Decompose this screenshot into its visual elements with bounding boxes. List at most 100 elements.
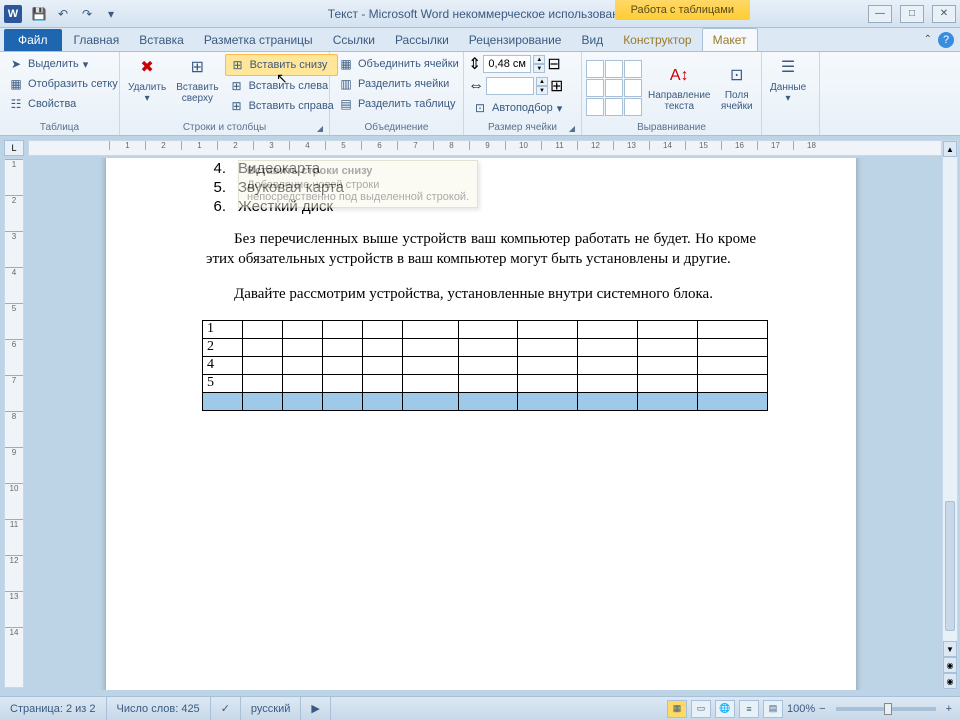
view-outline-icon[interactable]: ≡ [739, 700, 759, 718]
select-button[interactable]: ➤Выделить ▾ [4, 54, 122, 74]
properties-button[interactable]: ☷Свойства [4, 94, 122, 114]
row-height-icon: ⇕ [468, 54, 481, 74]
scroll-down-icon[interactable]: ▼ [943, 641, 957, 657]
align-tl[interactable] [586, 60, 604, 78]
document-area[interactable]: 4.Видеокарта5.Звуковая карта6.Жесткий ди… [26, 158, 942, 690]
table-row[interactable]: 2 [203, 338, 768, 356]
vertical-scrollbar[interactable]: ▲ ▼ ◉ ◉ [942, 140, 958, 690]
tab-layout[interactable]: Макет [702, 28, 758, 51]
view-print-layout-icon[interactable]: ▦ [667, 700, 687, 718]
table-row[interactable] [203, 392, 768, 410]
tab-home[interactable]: Главная [64, 29, 130, 51]
insert-left-button[interactable]: ⊞Вставить слева [225, 76, 338, 96]
document-table[interactable]: 1245 [202, 320, 768, 411]
autofit-button[interactable]: ⊡Автоподбор ▾ [468, 98, 566, 118]
align-mc[interactable] [605, 79, 623, 97]
qat-dropdown-icon[interactable]: ▾ [100, 3, 122, 25]
delete-button[interactable]: ✖Удалить▾ [124, 54, 170, 106]
split-cells-button[interactable]: ▥Разделить ячейки [334, 74, 463, 94]
help-icon[interactable]: ? [938, 32, 954, 48]
row-height-input[interactable] [483, 55, 531, 73]
cell-size-launcher-icon[interactable]: ◢ [569, 124, 575, 133]
split-table-button[interactable]: ▤Разделить таблицу [334, 94, 463, 114]
status-words[interactable]: Число слов: 425 [107, 697, 211, 720]
tab-view[interactable]: Вид [571, 29, 613, 51]
close-button[interactable]: ✕ [932, 5, 956, 23]
distribute-cols-icon[interactable]: ⊞ [550, 76, 563, 96]
insert-above-button[interactable]: ⊞Вставить сверху [172, 54, 222, 106]
properties-icon: ☷ [8, 96, 24, 112]
zoom-in-icon[interactable]: + [946, 703, 952, 715]
distribute-rows-icon[interactable]: ⊟ [547, 54, 560, 74]
align-tc[interactable] [605, 60, 623, 78]
zoom-level[interactable]: 100% [787, 703, 815, 715]
tab-file[interactable]: Файл [4, 29, 62, 51]
align-bl[interactable] [586, 98, 604, 116]
align-br[interactable] [624, 98, 642, 116]
insert-right-button[interactable]: ⊞Вставить справа [225, 96, 338, 116]
view-full-screen-icon[interactable]: ▭ [691, 700, 711, 718]
tab-page-layout[interactable]: Разметка страницы [194, 29, 323, 51]
scroll-up-icon[interactable]: ▲ [943, 141, 957, 157]
col-width-input[interactable] [486, 77, 534, 95]
redo-icon[interactable]: ↷ [76, 3, 98, 25]
group-alignment: A↕Направление текста ⊡Поля ячейки Выравн… [582, 52, 762, 135]
align-mr[interactable] [624, 79, 642, 97]
tooltip-line2: непосредственно под выделенной строкой. [247, 191, 469, 203]
save-icon[interactable]: 💾 [28, 3, 50, 25]
maximize-button[interactable]: □ [900, 5, 924, 23]
insert-below-button[interactable]: ⊞Вставить снизу [225, 54, 338, 76]
height-down-icon[interactable]: ▼ [533, 64, 545, 73]
align-tr[interactable] [624, 60, 642, 78]
group-rows-columns: ✖Удалить▾ ⊞Вставить сверху ⊞Вставить сни… [120, 52, 330, 135]
ruler-corner[interactable]: L [4, 140, 24, 156]
text-direction-button[interactable]: A↕Направление текста [644, 62, 714, 114]
next-page-icon[interactable]: ◉ [943, 673, 957, 689]
window-title: Текст - Microsoft Word некоммерческое ис… [328, 7, 632, 21]
data-button[interactable]: ☰Данные▾ [766, 54, 810, 106]
insert-right-icon: ⊞ [229, 98, 245, 114]
table-row[interactable]: 1 [203, 320, 768, 338]
tab-references[interactable]: Ссылки [323, 29, 385, 51]
paragraph-1[interactable]: Без перечисленных выше устройств ваш ком… [206, 229, 756, 270]
vertical-ruler[interactable]: 1234567891011121314 [4, 158, 24, 688]
tab-design[interactable]: Конструктор [613, 29, 701, 51]
table-row[interactable]: 4 [203, 356, 768, 374]
tab-mailings[interactable]: Рассылки [385, 29, 459, 51]
split-table-icon: ▤ [338, 96, 354, 112]
status-macro-icon[interactable]: ▶ [301, 697, 330, 720]
gridlines-button[interactable]: ▦Отобразить сетку [4, 74, 122, 94]
width-down-icon[interactable]: ▼ [536, 86, 548, 95]
tab-insert[interactable]: Вставка [129, 29, 194, 51]
rows-cols-launcher-icon[interactable]: ◢ [317, 124, 323, 133]
autofit-icon: ⊡ [472, 100, 488, 116]
tab-review[interactable]: Рецензирование [459, 29, 572, 51]
cell-margins-button[interactable]: ⊡Поля ячейки [716, 62, 757, 114]
horizontal-ruler[interactable]: 12123456789101112131415161718 [28, 140, 942, 156]
prev-page-icon[interactable]: ◉ [943, 657, 957, 673]
scroll-thumb[interactable] [945, 501, 955, 631]
zoom-slider[interactable] [836, 707, 936, 711]
view-draft-icon[interactable]: ▤ [763, 700, 783, 718]
col-width-icon: ⇔ [468, 77, 484, 95]
zoom-thumb[interactable] [884, 703, 892, 715]
zoom-out-icon[interactable]: − [819, 703, 825, 715]
width-up-icon[interactable]: ▲ [536, 77, 548, 86]
align-ml[interactable] [586, 79, 604, 97]
grid-icon: ▦ [8, 76, 24, 92]
undo-icon[interactable]: ↶ [52, 3, 74, 25]
minimize-ribbon-icon[interactable]: ⌃ [924, 34, 932, 45]
height-up-icon[interactable]: ▲ [533, 55, 545, 64]
align-bc[interactable] [605, 98, 623, 116]
status-proofing-icon[interactable]: ✓ [211, 697, 241, 720]
group-data-label [766, 132, 815, 135]
cell-margins-icon: ⊡ [725, 64, 749, 88]
table-row[interactable]: 5 [203, 374, 768, 392]
view-web-icon[interactable]: 🌐 [715, 700, 735, 718]
minimize-button[interactable]: — [868, 5, 892, 23]
word-app-icon[interactable]: W [4, 5, 22, 23]
status-language[interactable]: русский [241, 697, 301, 720]
status-page[interactable]: Страница: 2 из 2 [0, 697, 107, 720]
merge-cells-button[interactable]: ▦Объединить ячейки [334, 54, 463, 74]
paragraph-2[interactable]: Давайте рассмотрим устройства, установле… [206, 284, 756, 304]
